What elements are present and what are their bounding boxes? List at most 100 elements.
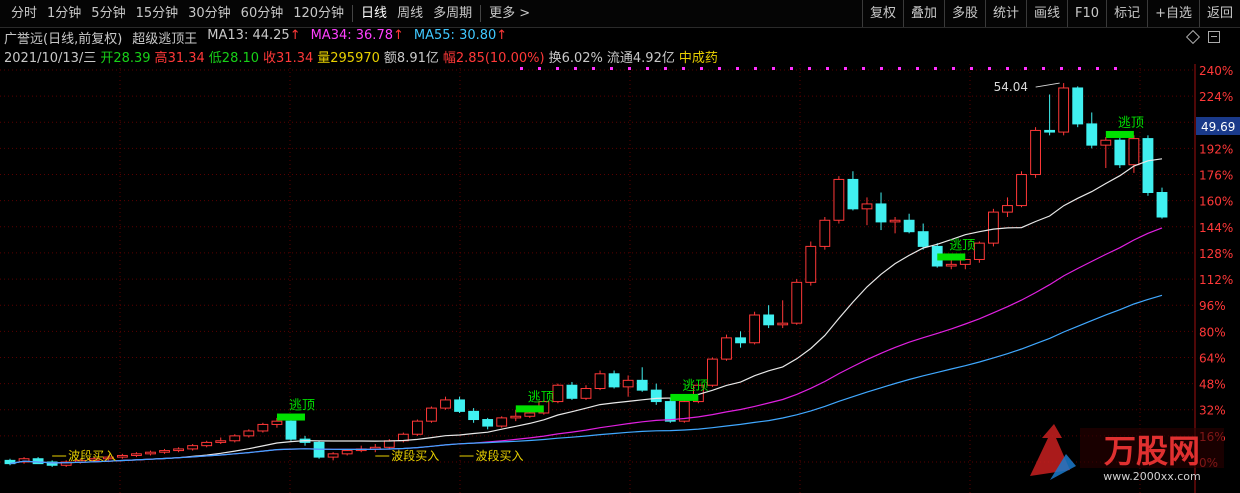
indicator-name[interactable]: 超级逃顶王 (132, 28, 197, 47)
candle[interactable] (721, 337, 732, 360)
candle[interactable] (187, 445, 199, 450)
function-buttons: 复权 叠加 多股 统计 画线 F10 标记 +自选 返回 (861, 0, 1240, 27)
candle[interactable] (735, 337, 746, 344)
candle[interactable] (889, 219, 901, 223)
period-tab-6[interactable]: 120分钟 (288, 0, 349, 27)
period-tab-9[interactable]: 多周期 (428, 0, 477, 27)
quote-close: 收31.34 (263, 51, 314, 66)
candle[interactable] (510, 415, 522, 419)
period-toolbar: 分时 1分钟 5分钟 15分钟 30分钟 60分钟 120分钟 日线 周线 多周期 更多 > 复权叠… (0, 0, 1240, 28)
candle[interactable] (552, 384, 564, 403)
escape-signal-label: 逃顶 (682, 379, 708, 394)
candle[interactable] (777, 322, 789, 326)
candle[interactable] (749, 314, 761, 344)
candle[interactable] (1044, 129, 1056, 133)
candle[interactable] (805, 245, 817, 283)
candle[interactable] (580, 388, 592, 399)
candle[interactable] (1002, 205, 1013, 213)
candle[interactable] (116, 454, 128, 458)
diamond-icon[interactable] (1185, 29, 1201, 45)
candle[interactable] (664, 401, 676, 422)
candle[interactable] (1016, 174, 1027, 207)
candle[interactable] (1156, 192, 1168, 218)
candle[interactable] (608, 373, 620, 388)
period-tab-2[interactable]: 5分钟 (86, 0, 130, 27)
candle[interactable] (524, 412, 536, 417)
candle[interactable] (636, 379, 648, 391)
candle[interactable] (791, 281, 803, 324)
candle[interactable] (566, 384, 578, 399)
signal-dot (1042, 67, 1045, 70)
candle[interactable] (1114, 139, 1126, 166)
candle[interactable] (945, 263, 957, 267)
candle[interactable] (763, 314, 775, 326)
candle[interactable] (383, 440, 395, 448)
candle[interactable] (215, 440, 227, 443)
candle[interactable] (482, 419, 494, 427)
candle[interactable] (201, 441, 213, 447)
candle[interactable] (1030, 129, 1041, 176)
candle[interactable] (131, 453, 142, 456)
candle[interactable] (271, 420, 283, 425)
candle[interactable] (650, 389, 662, 403)
sector-tag[interactable]: 中成药 (679, 47, 718, 66)
candle[interactable] (32, 458, 44, 465)
candle[interactable] (1142, 138, 1154, 194)
period-tab-8[interactable]: 周线 (392, 0, 428, 27)
candle[interactable] (229, 435, 241, 442)
stock-name[interactable]: 广誉远(日线,前复权) (4, 28, 122, 47)
candle[interactable] (819, 219, 831, 247)
candle[interactable] (341, 450, 353, 455)
candle[interactable] (313, 441, 325, 458)
period-tab-10[interactable]: 更多 > (484, 0, 535, 27)
candle[interactable] (285, 420, 297, 440)
candle[interactable] (468, 410, 480, 421)
candle[interactable] (903, 219, 915, 233)
candle[interactable] (440, 399, 451, 409)
period-tab-7[interactable]: 日线 (356, 0, 392, 27)
candle[interactable] (145, 451, 156, 455)
escape-signal-bar (1105, 130, 1134, 138)
candle[interactable] (917, 231, 929, 247)
toolbar-button-6[interactable]: 标记 (1106, 0, 1147, 27)
candle[interactable] (243, 430, 255, 437)
candle[interactable] (257, 423, 269, 432)
candle[interactable] (987, 211, 999, 244)
candle[interactable] (973, 242, 985, 260)
period-tab-3[interactable]: 15分钟 (131, 0, 184, 27)
toolbar-button-8[interactable]: 返回 (1198, 0, 1240, 27)
candle[interactable] (594, 373, 606, 389)
candle[interactable] (861, 203, 873, 210)
candle[interactable] (875, 203, 887, 223)
period-tab-1[interactable]: 1分钟 (42, 0, 86, 27)
candle[interactable] (1072, 87, 1084, 125)
toolbar-button-4[interactable]: 画线 (1026, 0, 1067, 27)
toolbar-button-2[interactable]: 多股 (943, 0, 985, 27)
candle[interactable] (411, 420, 423, 435)
candle[interactable] (833, 178, 845, 221)
toolbar-button-7[interactable]: +自选 (1147, 0, 1199, 27)
candle[interactable] (426, 407, 437, 422)
candle[interactable] (847, 178, 859, 210)
ma34-value: 36.78 (355, 28, 393, 43)
candle[interactable] (1058, 87, 1070, 133)
candle[interactable] (159, 450, 170, 453)
toolbar-button-3[interactable]: 统计 (985, 0, 1026, 27)
candle[interactable] (1086, 123, 1098, 146)
period-tab-5[interactable]: 60分钟 (236, 0, 289, 27)
toolbar-button-0[interactable]: 复权 (861, 0, 903, 27)
candle[interactable] (327, 453, 339, 458)
toolbar-button-5[interactable]: F10 (1067, 0, 1106, 27)
candle[interactable] (707, 358, 718, 386)
period-tab-0[interactable]: 分时 (6, 0, 42, 27)
candle[interactable] (496, 417, 508, 427)
candle[interactable] (173, 448, 185, 452)
candle[interactable] (622, 379, 634, 388)
quote-turnover: 换6.02% (548, 51, 603, 66)
toolbar-button-1[interactable]: 叠加 (902, 0, 944, 27)
candle[interactable] (454, 399, 465, 412)
minimize-icon[interactable] (1208, 31, 1220, 43)
candle[interactable] (1128, 138, 1140, 166)
candle[interactable] (1100, 139, 1112, 146)
period-tab-4[interactable]: 30分钟 (183, 0, 236, 27)
